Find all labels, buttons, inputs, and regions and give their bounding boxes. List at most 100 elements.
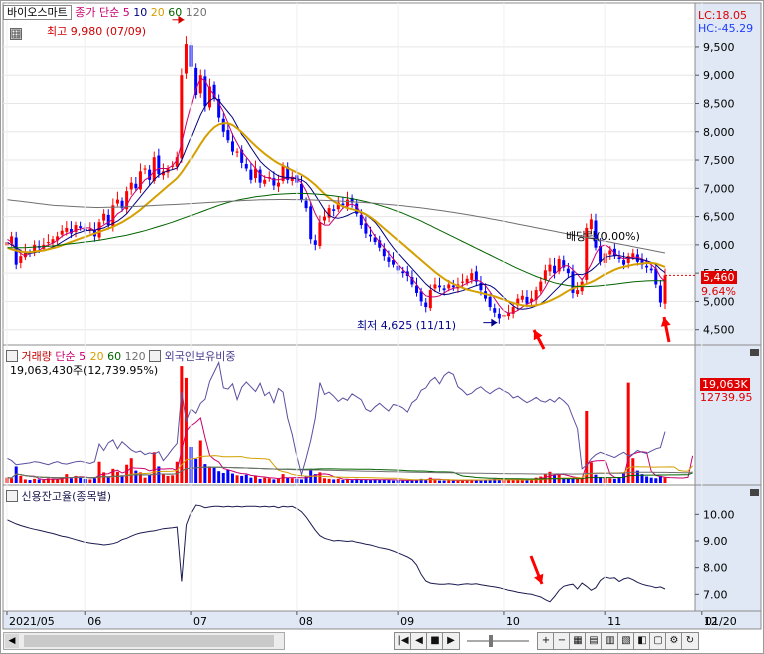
credit-y-tick-label: 9.00 [703, 535, 728, 548]
foreign-toggle-icon[interactable] [149, 350, 162, 362]
dividend-annotation: 배당락(0.00%) [566, 230, 640, 243]
volume-bar [143, 477, 147, 483]
credit-panel-close-icon[interactable] [750, 489, 759, 496]
volume-summary: 19,063,430주(12,739.95%) [10, 364, 159, 377]
ma-period-120: 120 [185, 6, 207, 19]
candle-body [493, 308, 497, 313]
volume-bar [33, 478, 37, 483]
current-volume-badge: 19,063K [700, 378, 750, 391]
volume-bar [198, 440, 202, 483]
candle-body [148, 169, 152, 180]
volume-bar [161, 473, 165, 483]
refresh-icon[interactable]: ↻ [681, 632, 699, 650]
zoom-slider[interactable] [463, 632, 533, 650]
volume-bar [221, 472, 225, 483]
volume-bar [576, 478, 580, 483]
volume-bar [663, 477, 667, 483]
stock-chart-window: { "header": { "stock_name": "바이오스마트", "m… [0, 0, 764, 654]
price-y-tick-label: 6,500 [703, 211, 735, 224]
candle-body [299, 183, 303, 200]
volume-collapse-icon[interactable] [6, 350, 18, 362]
volume-bar [341, 480, 345, 483]
candle-body [658, 285, 662, 303]
volume-bar [392, 480, 396, 483]
volume-bar [217, 471, 221, 483]
candle-body [102, 213, 106, 221]
volume-bar [327, 478, 331, 483]
low-annotation: 최저 4,625 (11/11) [357, 319, 457, 332]
stock-name-box[interactable]: 바이오스마트 [3, 5, 72, 20]
candle-body [129, 182, 133, 190]
ma-label: 종가 단순 [75, 6, 120, 19]
credit-y-tick-label: 10.00 [703, 508, 735, 521]
volume-bar [286, 477, 290, 483]
change-pct: 9.64% [701, 285, 736, 298]
volume-bar [23, 479, 27, 483]
candle-body [106, 214, 110, 226]
volume-bar [548, 471, 552, 483]
volume-bar [10, 478, 14, 483]
candle-body [313, 240, 317, 245]
x-tick-label: 10 [506, 615, 520, 628]
volume-bar [152, 452, 156, 483]
price-panel-legend: 바이오스마트 종가 단순 5 10 20 60 120 [3, 4, 207, 20]
candle-body [249, 169, 253, 180]
volume-bar [336, 478, 340, 483]
volume-bar [56, 479, 60, 483]
volume-bar [401, 480, 405, 483]
candle-body [235, 151, 239, 153]
volume-bar [451, 480, 455, 483]
grid-icon[interactable] [10, 28, 22, 40]
volume-panel-y-axis [694, 344, 762, 486]
credit-y-tick-label: 8.00 [703, 562, 728, 575]
volume-bar [240, 475, 244, 483]
volume-bar [92, 478, 96, 483]
volume-bar [479, 480, 483, 483]
candle-body [79, 226, 83, 228]
ma-period-20: 20 [150, 6, 165, 19]
volume-bar [322, 478, 326, 483]
volume-bar [125, 464, 129, 483]
volume-bar [272, 479, 276, 483]
candle-body [649, 268, 653, 271]
x-tick-label: 01/20 [705, 615, 737, 628]
volume-bar [263, 477, 267, 483]
volume-bar [507, 480, 511, 483]
volume-bar [299, 479, 303, 483]
ma-period-10: 10 [133, 6, 148, 19]
candle-body [332, 209, 336, 211]
volume-bar [171, 475, 175, 483]
candle-body [230, 141, 234, 152]
candle-body [309, 206, 313, 240]
candle-body [622, 260, 626, 265]
volume-bar [290, 478, 294, 483]
volume-bar [654, 478, 658, 483]
credit-collapse-icon[interactable] [6, 490, 18, 502]
stock-name[interactable]: 바이오스마트 [7, 6, 68, 19]
candle-body [382, 248, 386, 257]
candle-body [553, 265, 557, 274]
candle-body [424, 302, 428, 308]
volume-bar [97, 461, 101, 483]
volume-bar [428, 477, 432, 483]
candle-body [539, 281, 543, 292]
volume-bar [207, 466, 211, 483]
play-forward-button[interactable]: ▶ [442, 632, 460, 650]
volume-bar [304, 475, 308, 483]
volume-panel-close-icon[interactable] [750, 349, 759, 356]
volume-bar [244, 474, 248, 483]
candle-body [226, 130, 230, 141]
horizontal-scrollbar[interactable]: ◀ [3, 632, 285, 650]
volume-bar [608, 478, 612, 483]
candle-body [479, 282, 483, 291]
volume-bar [65, 474, 69, 483]
candle-body [525, 296, 529, 304]
candle-body [276, 182, 280, 187]
volume-bar [281, 474, 285, 483]
scroll-thumb[interactable] [24, 635, 274, 647]
price-y-tick-label: 7,500 [703, 154, 735, 167]
volume-bar [447, 480, 451, 483]
scroll-left-icon[interactable]: ◀ [5, 634, 19, 648]
volume-bar [594, 474, 598, 483]
candle-body [645, 265, 649, 268]
